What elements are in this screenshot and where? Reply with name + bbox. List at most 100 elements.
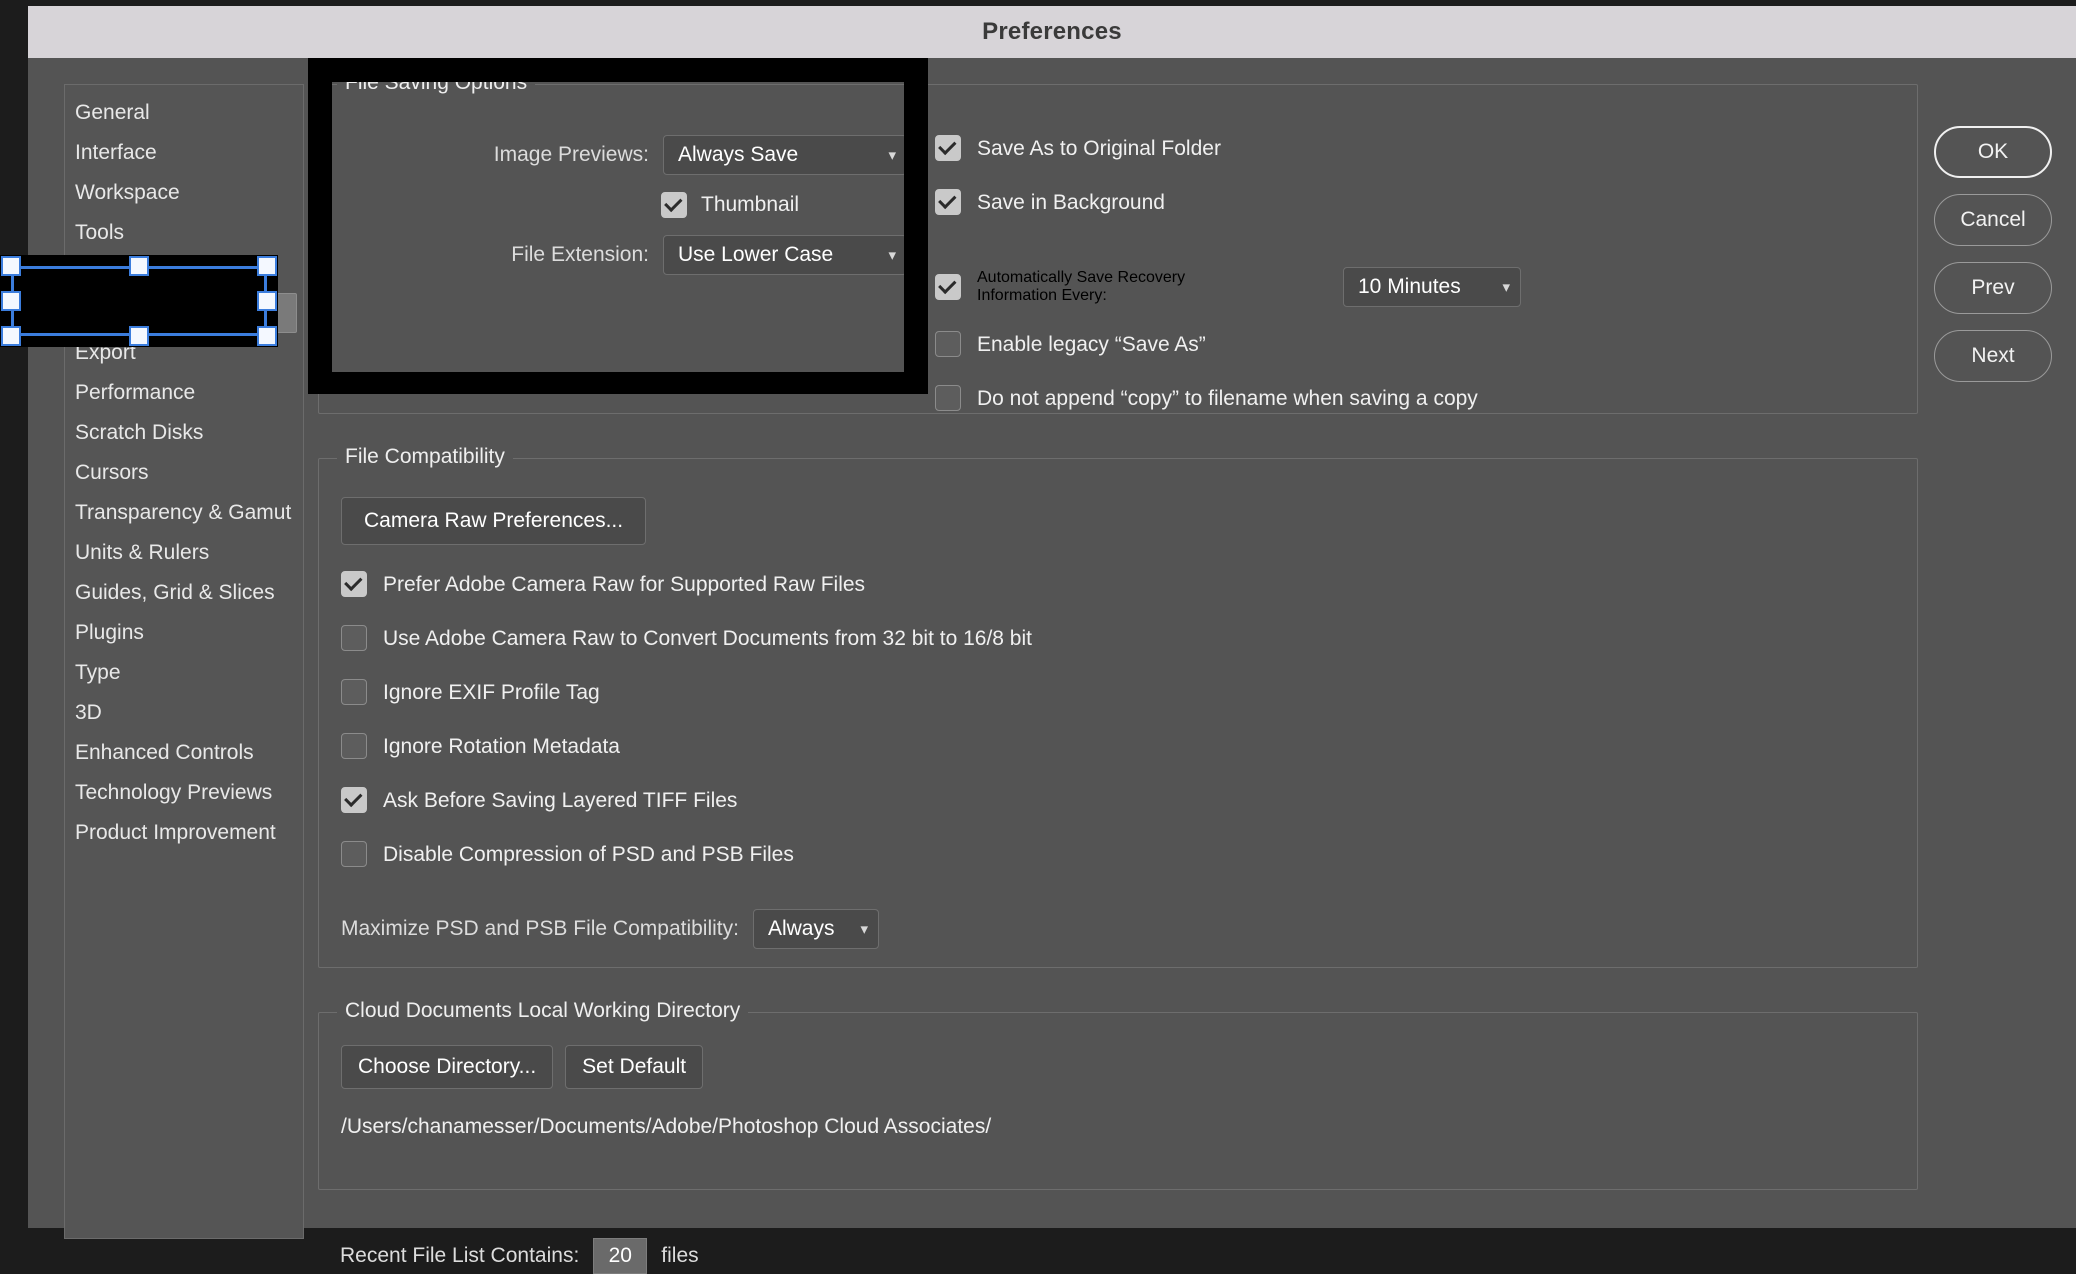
thumbnail-row: Thumbnail <box>347 177 907 233</box>
image-previews-value: Always Save <box>678 143 798 167</box>
ignore-exif-row: Ignore EXIF Profile Tag <box>341 679 1895 733</box>
sidebar-item-workspace[interactable]: Workspace <box>65 173 303 213</box>
save-as-original-folder-checkbox[interactable] <box>935 135 961 161</box>
cloud-documents-buttons: Choose Directory... Set Default <box>341 1045 1895 1089</box>
auto-save-recovery-checkbox[interactable] <box>935 274 961 300</box>
camera-raw-preferences-button[interactable]: Camera Raw Preferences... <box>341 497 646 545</box>
chevron-down-icon: ▾ <box>1502 280 1510 295</box>
maximize-compatibility-row: Maximize PSD and PSB File Compatibility:… <box>341 909 1895 949</box>
cloud-documents-group: Cloud Documents Local Working Directory … <box>318 1012 1918 1190</box>
auto-save-interval-select[interactable]: 10 Minutes ▾ <box>1343 267 1521 307</box>
chevron-down-icon: ▾ <box>888 148 896 163</box>
ok-button[interactable]: OK <box>1934 126 2052 178</box>
recent-file-list-row: Recent File List Contains: 20 files <box>340 1238 1918 1274</box>
chevron-down-icon: ▾ <box>860 922 868 937</box>
set-default-button[interactable]: Set Default <box>565 1045 703 1089</box>
prefer-acr-row: Prefer Adobe Camera Raw for Supported Ra… <box>341 571 1895 625</box>
do-not-append-copy-checkbox[interactable] <box>935 385 961 411</box>
maximize-compatibility-label: Maximize PSD and PSB File Compatibility: <box>341 917 739 941</box>
ignore-exif-label: Ignore EXIF Profile Tag <box>383 679 600 707</box>
chevron-down-icon: ▾ <box>888 248 896 263</box>
choose-directory-button[interactable]: Choose Directory... <box>341 1045 553 1089</box>
save-in-background-checkbox[interactable] <box>935 189 961 215</box>
cloud-documents-legend: Cloud Documents Local Working Directory <box>337 999 748 1023</box>
disable-compression-row: Disable Compression of PSD and PSB Files <box>341 841 1895 895</box>
do-not-append-copy-row: Do not append “copy” to filename when sa… <box>935 385 1885 439</box>
file-saving-options-group: File Saving Options Image Previews: Alwa… <box>318 84 1918 414</box>
use-acr-convert-row: Use Adobe Camera Raw to Convert Document… <box>341 625 1895 679</box>
ask-layered-tiff-checkbox[interactable] <box>341 787 367 813</box>
preferences-window: Preferences General Interface Workspace … <box>28 6 2076 1228</box>
disable-compression-checkbox[interactable] <box>341 841 367 867</box>
sidebar-item-type[interactable]: Type <box>65 653 303 693</box>
selection-handle-middle-left[interactable] <box>1 291 21 311</box>
ask-layered-tiff-row: Ask Before Saving Layered TIFF Files <box>341 787 1895 841</box>
sidebar-item-plugins[interactable]: Plugins <box>65 613 303 653</box>
cloud-documents-path: /Users/chanamesser/Documents/Adobe/Photo… <box>341 1115 1895 1139</box>
use-acr-convert-checkbox[interactable] <box>341 625 367 651</box>
auto-save-recovery-label-line2: Information Every: <box>977 287 1317 305</box>
selection-handle-top-left[interactable] <box>1 256 21 276</box>
ignore-rotation-label: Ignore Rotation Metadata <box>383 733 620 761</box>
prefer-acr-checkbox[interactable] <box>341 571 367 597</box>
sidebar-item-export[interactable]: Export <box>65 333 303 373</box>
recent-file-list-suffix: files <box>661 1244 698 1268</box>
ignore-exif-checkbox[interactable] <box>341 679 367 705</box>
prev-button[interactable]: Prev <box>1934 262 2052 314</box>
sidebar-item-cursors[interactable]: Cursors <box>65 453 303 493</box>
sidebar-item-tools[interactable]: Tools <box>65 213 303 253</box>
ignore-rotation-row: Ignore Rotation Metadata <box>341 733 1895 787</box>
sidebar-item-general[interactable]: General <box>65 93 303 133</box>
sidebar-item-units-rulers[interactable]: Units & Rulers <box>65 533 303 573</box>
save-in-background-label: Save in Background <box>977 189 1165 217</box>
preferences-category-list[interactable]: General Interface Workspace Tools Histor… <box>64 84 304 1239</box>
sidebar-item-performance[interactable]: Performance <box>65 373 303 413</box>
use-acr-convert-label: Use Adobe Camera Raw to Convert Document… <box>383 625 1032 653</box>
maximize-compatibility-select[interactable]: Always ▾ <box>753 909 879 949</box>
sidebar-item-product-improvement[interactable]: Product Improvement <box>65 813 303 853</box>
ask-layered-tiff-label: Ask Before Saving Layered TIFF Files <box>383 787 737 815</box>
preferences-content: File Saving Options Image Previews: Alwa… <box>318 84 1918 1274</box>
next-button[interactable]: Next <box>1934 330 2052 382</box>
sidebar-item-file-handling[interactable]: File Handling <box>71 293 297 333</box>
selection-handle-bottom-left[interactable] <box>1 326 21 346</box>
sidebar-item-enhanced-controls[interactable]: Enhanced Controls <box>65 733 303 773</box>
auto-save-interval-value: 10 Minutes <box>1358 275 1461 299</box>
ignore-rotation-checkbox[interactable] <box>341 733 367 759</box>
save-as-original-folder-label: Save As to Original Folder <box>977 135 1221 163</box>
image-previews-select[interactable]: Always Save ▾ <box>663 135 907 175</box>
auto-save-recovery-label-line1: Automatically Save Recovery <box>977 269 1317 287</box>
page-title: Preferences <box>982 18 1122 46</box>
sidebar-item-guides-grid-slices[interactable]: Guides, Grid & Slices <box>65 573 303 613</box>
file-extension-row: File Extension: Use Lower Case ▾ <box>347 233 907 277</box>
sidebar-item-transparency-gamut[interactable]: Transparency & Gamut <box>65 493 303 533</box>
enable-legacy-save-as-checkbox[interactable] <box>935 331 961 357</box>
save-in-background-row: Save in Background <box>935 189 1885 243</box>
thumbnail-checkbox[interactable] <box>661 192 687 218</box>
sidebar-item-technology-previews[interactable]: Technology Previews <box>65 773 303 813</box>
sidebar-item-history-log[interactable]: History Log <box>65 253 303 293</box>
do-not-append-copy-label: Do not append “copy” to filename when sa… <box>977 385 1478 413</box>
file-extension-select[interactable]: Use Lower Case ▾ <box>663 235 907 275</box>
screen: Preferences General Interface Workspace … <box>0 0 2076 1228</box>
sidebar-item-3d[interactable]: 3D <box>65 693 303 733</box>
cancel-button[interactable]: Cancel <box>1934 194 2052 246</box>
file-extension-label: File Extension: <box>511 243 649 267</box>
recent-file-list-label: Recent File List Contains: <box>340 1244 579 1268</box>
sidebar-item-interface[interactable]: Interface <box>65 133 303 173</box>
file-saving-options-legend: File Saving Options <box>337 71 535 95</box>
image-previews-label: Image Previews: <box>494 143 649 167</box>
recent-file-list-input[interactable]: 20 <box>593 1238 647 1274</box>
maximize-compatibility-value: Always <box>768 917 835 941</box>
save-as-original-folder-row: Save As to Original Folder <box>935 135 1885 189</box>
dialog-action-buttons: OK Cancel Prev Next <box>1934 126 2052 398</box>
window-body: General Interface Workspace Tools Histor… <box>28 58 2076 1228</box>
file-extension-value: Use Lower Case <box>678 243 833 267</box>
auto-save-recovery-row: Automatically Save Recovery Information … <box>935 243 1885 331</box>
file-compatibility-legend: File Compatibility <box>337 445 513 469</box>
thumbnail-label: Thumbnail <box>701 193 907 217</box>
window-titlebar: Preferences <box>28 6 2076 59</box>
sidebar-item-scratch-disks[interactable]: Scratch Disks <box>65 413 303 453</box>
prefer-acr-label: Prefer Adobe Camera Raw for Supported Ra… <box>383 571 865 599</box>
image-previews-row: Image Previews: Always Save ▾ <box>347 133 907 177</box>
